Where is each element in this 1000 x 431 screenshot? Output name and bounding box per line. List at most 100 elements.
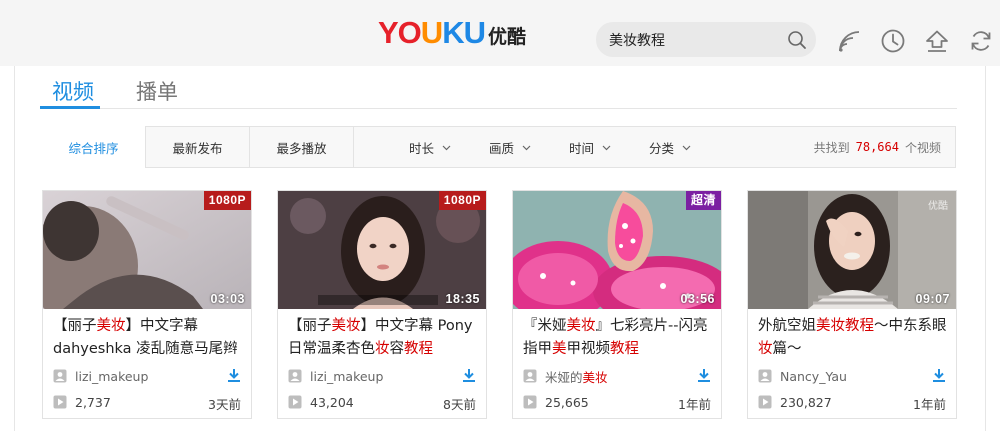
user-icon [758,369,772,383]
sort-most-played-button[interactable]: 最多播放 [250,126,354,168]
play-count-icon [53,395,67,409]
chevron-down-icon [682,145,691,150]
search-box [596,22,816,57]
filter-duration-dropdown[interactable]: 时长 [409,127,451,167]
download-icon[interactable] [932,368,946,383]
video-meta-row: 2,737 3天前 [53,393,243,412]
tab-playlist[interactable]: 播单 [136,76,178,106]
video-duration: 03:56 [680,292,715,306]
search-input[interactable] [609,30,779,50]
filter-category-label: 分类 [649,140,675,156]
chevron-down-icon [522,145,531,150]
video-card: 超清 03:56 『米娅美妆』七彩亮片--闪亮指甲美甲视频教程 米娅的美妆 25… [512,190,722,419]
result-count: 共找到 78,664 个视频 [814,127,941,167]
video-card: 1080P 03:03 【丽子美妆】中文字幕 dahyeshka 凌乱随意马尾辫… [42,190,252,419]
title-text: 外航空姐 [758,318,816,334]
video-card: 1080P 18:35 【丽子美妆】中文字幕 Pony日常温柔杏色妆容教程 li… [277,190,487,419]
chevron-down-icon [442,145,451,150]
title-highlight: 美妆教程 [816,318,874,334]
video-title[interactable]: 【丽子美妆】中文字幕 Pony日常温柔杏色妆容教程 [288,315,480,361]
filter-time-label: 时间 [569,140,595,156]
video-card: 优酷 09:07 外航空姐美妆教程～中东系眼妆篇～ Nancy_Yau 230,… [747,190,957,419]
search-icon[interactable] [786,29,808,51]
title-highlight: 美妆 [96,318,126,334]
video-thumbnail[interactable]: 1080P 18:35 [278,191,486,309]
upload-icon[interactable] [924,28,950,54]
uploader-name-highlight: 美妆 [582,369,608,385]
publish-time: 1年前 [913,397,946,412]
publish-time: 3天前 [208,397,241,412]
filter-bar: 综合排序 最新发布 最多播放 时长 画质 时间 分类 共找到 78,664 个视… [42,126,956,168]
uploader-row: lizi_makeup [288,367,478,385]
download-icon[interactable] [697,368,711,383]
refresh-icon[interactable] [968,28,994,54]
title-text: ～中东系眼 [874,318,947,334]
user-icon [523,369,537,383]
video-title[interactable]: 【丽子美妆】中文字幕 dahyeshka 凌乱随意马尾辫 [53,315,245,361]
wifi-icon[interactable] [836,28,862,54]
play-count: 2,737 [75,394,111,410]
tab-video[interactable]: 视频 [52,76,94,106]
play-count: 43,204 [310,394,354,410]
filter-quality-dropdown[interactable]: 画质 [489,127,531,167]
video-watermark: 优酷 [928,201,948,212]
video-duration: 18:35 [445,292,480,306]
publish-time: 8天前 [443,397,476,412]
title-highlight: 美 [552,341,567,357]
result-count-suffix: 个视频 [904,140,941,155]
video-thumbnail[interactable]: 1080P 03:03 [43,191,251,309]
title-highlight: 教程 [404,341,433,357]
youku-logo[interactable]: YOUKU 优酷 [378,17,526,49]
video-title[interactable]: 『米娅美妆』七彩亮片--闪亮指甲美甲视频教程 [523,315,715,361]
filter-quality-label: 画质 [489,140,515,156]
user-icon [288,369,302,383]
video-meta-row: 25,665 1年前 [523,393,713,412]
play-count: 25,665 [545,394,589,410]
uploader-name[interactable]: lizi_makeup [75,369,148,384]
result-count-value: 78,664 [855,140,899,154]
result-count-prefix: 共找到 [813,140,850,155]
play-count: 230,827 [780,394,832,410]
title-highlight: 妆 [758,341,773,357]
uploader-name[interactable]: 米娅的美妆 [545,367,608,386]
title-text: 容 [389,341,405,357]
chevron-down-icon [602,145,611,150]
history-clock-icon[interactable] [880,28,906,54]
video-meta-row: 230,827 1年前 [758,393,948,412]
video-meta-row: 43,204 8天前 [288,393,478,412]
video-thumbnail[interactable]: 超清 03:56 [513,191,721,309]
filter-category-dropdown[interactable]: 分类 [649,127,691,167]
uploader-row: Nancy_Yau [758,367,948,385]
play-count-icon [523,395,537,409]
title-text: 【丽子 [53,318,97,334]
top-bar: YOUKU 优酷 [0,0,1000,66]
user-icon [53,369,67,383]
publish-time: 1年前 [678,397,711,412]
title-highlight: 美妆 [566,318,596,334]
title-highlight: 美妆 [331,318,361,334]
play-count-icon [288,395,302,409]
download-icon[interactable] [227,368,241,383]
play-count-icon [758,395,772,409]
sort-newest-button[interactable]: 最新发布 [146,126,250,168]
video-duration: 03:03 [210,292,245,306]
logo-latin: YOUKU [378,15,486,50]
uploader-name[interactable]: lizi_makeup [310,369,383,384]
title-text: 【丽子 [288,318,332,334]
title-text: 甲视频 [566,341,611,357]
video-title[interactable]: 外航空姐美妆教程～中东系眼妆篇～ [758,315,950,361]
active-tab-indicator [40,106,100,109]
video-duration: 09:07 [915,292,950,306]
title-highlight: 教程 [610,341,639,357]
title-text: 『米娅 [523,318,567,334]
filter-duration-label: 时长 [409,140,435,156]
uploader-name[interactable]: Nancy_Yau [780,369,847,384]
filter-time-dropdown[interactable]: 时间 [569,127,611,167]
uploader-row: lizi_makeup [53,367,243,385]
title-text: 篇～ [772,341,802,357]
video-thumbnail[interactable]: 优酷 09:07 [748,191,956,309]
tabs-divider [40,108,957,109]
download-icon[interactable] [462,368,476,383]
sort-comprehensive-button[interactable]: 综合排序 [42,126,146,168]
quality-badge: 1080P [438,191,486,210]
